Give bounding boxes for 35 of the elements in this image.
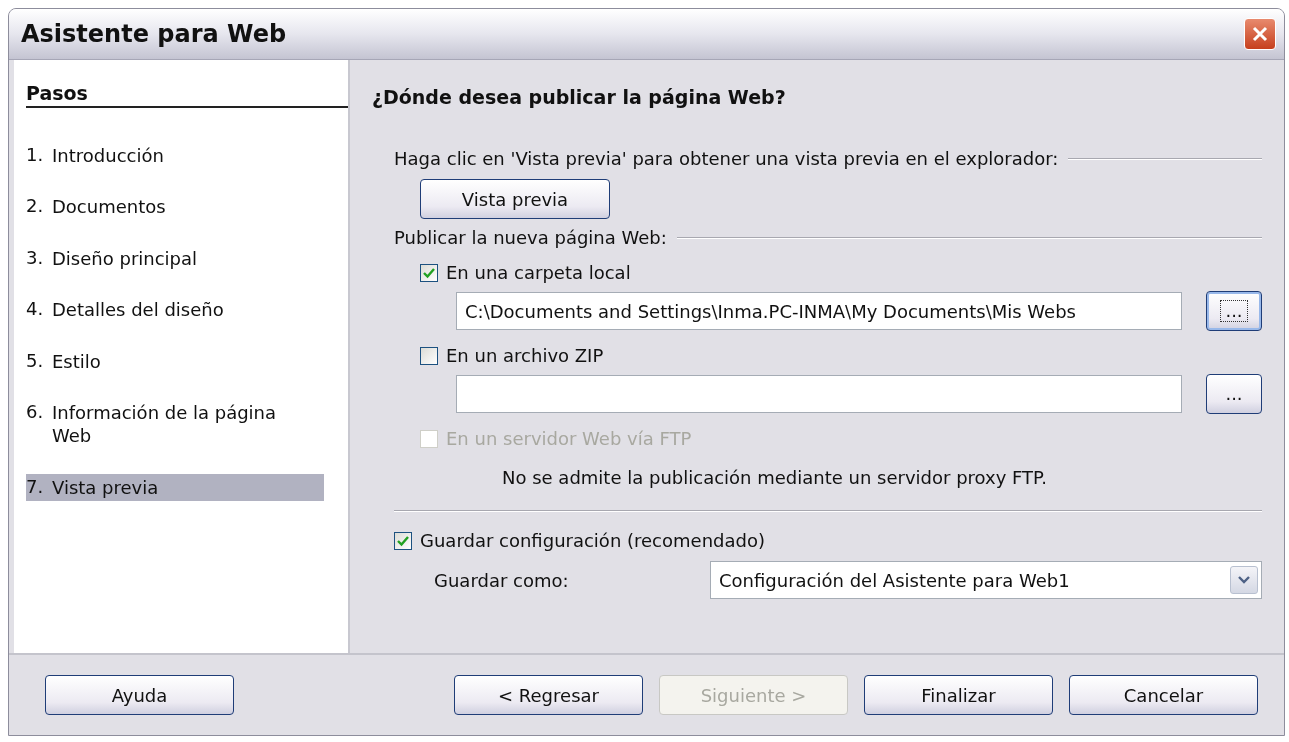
section-label: Publicar la nueva página Web:: [394, 227, 667, 248]
step-item[interactable]: 6. Información de la página Web: [26, 398, 324, 450]
option-label: En una carpeta local: [446, 262, 631, 283]
step-item[interactable]: 7. Vista previa: [26, 473, 324, 502]
section-label: Haga clic en 'Vista previa' para obtener una vista previa en el explorador:: [394, 148, 1059, 169]
step-item[interactable]: 3. Diseño principal: [26, 244, 324, 273]
step-item[interactable]: 2. Documentos: [26, 193, 324, 221]
page-heading: ¿Dónde desea publicar la página Web?: [372, 86, 787, 108]
window-title: Asistente para Web: [21, 20, 287, 48]
browse-button[interactable]: ...: [1206, 374, 1262, 414]
checkbox[interactable]: [420, 263, 438, 282]
dialog-button[interactable]: Cancelar: [1069, 675, 1258, 715]
dialog-button[interactable]: Finalizar: [864, 675, 1053, 715]
step-item[interactable]: 1. Introducción: [26, 142, 324, 170]
step-item[interactable]: 5. Estilo: [26, 347, 324, 375]
option-label: Guardar configuración (recomendado): [420, 530, 765, 551]
browse-button[interactable]: ...: [1206, 291, 1262, 331]
dialog-button[interactable]: < Regresar: [454, 675, 643, 715]
path-field[interactable]: C:\Documents and Settings\Inma.PC-INMA\My Documents\Mis Webs: [456, 292, 1182, 330]
dropdown-button[interactable]: [1230, 566, 1258, 594]
step-item[interactable]: 4. Detalles del diseño: [26, 296, 324, 324]
path-field[interactable]: [456, 375, 1182, 413]
checkbox[interactable]: [394, 531, 412, 550]
checkbox[interactable]: [420, 346, 438, 365]
field-label: Guardar como:: [434, 569, 570, 591]
preview-button[interactable]: Vista previa: [420, 179, 610, 219]
dialog-button[interactable]: Ayuda: [45, 675, 234, 715]
option-label: En un archivo ZIP: [446, 345, 604, 366]
name-combo-box[interactable]: Configuración del Asistente para Web1: [710, 561, 1262, 599]
caret-icon: [1238, 576, 1250, 584]
option-label: En un servidor Web vía FTP: [446, 428, 692, 449]
note-text: No se admite la publicación mediante un servidor proxy FTP.: [502, 467, 1048, 488]
close-button[interactable]: [1244, 18, 1276, 50]
close-icon: [1250, 24, 1270, 44]
steps-heading: Pasos: [26, 82, 348, 108]
